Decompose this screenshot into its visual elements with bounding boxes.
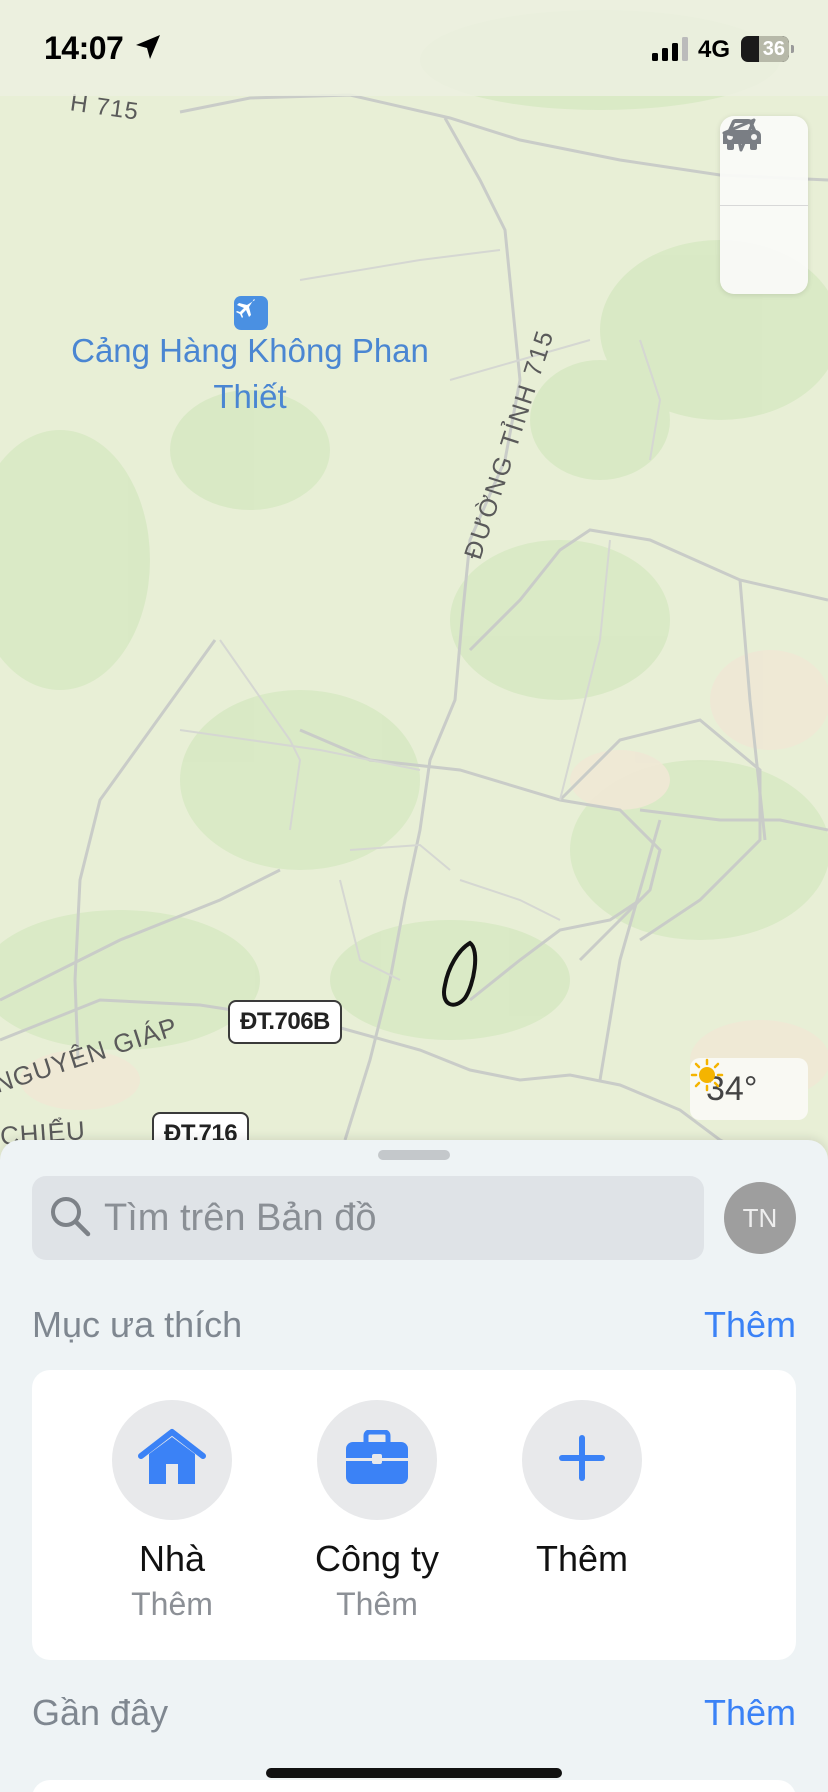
bottom-sheet[interactable]: Tìm trên Bản đồ TN Mục ưa thích Thêm Nhà… — [0, 1140, 828, 1792]
battery-icon: 36 — [741, 36, 789, 62]
status-time: 14:07 — [44, 30, 124, 66]
network-type: 4G — [698, 36, 731, 63]
plus-icon — [559, 1434, 605, 1486]
briefcase-icon — [344, 1429, 410, 1491]
house-icon — [137, 1428, 207, 1493]
account-avatar[interactable]: TN — [724, 1182, 796, 1254]
route-shield-dt706b: ĐT.706B — [228, 1000, 342, 1044]
favorite-subtitle: Thêm — [336, 1586, 418, 1622]
favorites-card: Nhà Thêm Công ty Thêm Thêm — [32, 1370, 796, 1660]
favorite-title: Công ty — [314, 1538, 440, 1579]
airport-label[interactable]: Cảng Hàng Không Phan Thiết — [70, 328, 430, 420]
favorite-work[interactable]: Công ty Thêm — [287, 1400, 467, 1623]
map-view[interactable]: Cảng Hàng Không Phan Thiết H 715 ĐƯỜNG T… — [0, 0, 828, 1160]
locate-me-button[interactable] — [720, 118, 808, 295]
map-canvas — [0, 10, 828, 1160]
weather-badge[interactable]: 34° — [690, 1058, 808, 1120]
map-controls — [720, 116, 808, 294]
search-placeholder: Tìm trên Bản đồ — [104, 1196, 377, 1239]
favorite-subtitle: Thêm — [131, 1586, 213, 1622]
sheet-grabber[interactable] — [378, 1150, 450, 1160]
favorite-add[interactable]: Thêm — [492, 1400, 672, 1580]
favorite-home[interactable]: Nhà Thêm — [82, 1400, 262, 1623]
home-indicator[interactable] — [266, 1768, 562, 1778]
recents-title: Gần đây — [32, 1692, 169, 1733]
airport-icon[interactable] — [234, 296, 268, 330]
location-services-icon — [134, 33, 162, 66]
favorites-title: Mục ưa thích — [32, 1304, 243, 1345]
search-icon — [48, 1194, 92, 1243]
status-bar: 14:07 4G 36 — [0, 0, 828, 96]
favorites-more-link[interactable]: Thêm — [704, 1304, 796, 1346]
recents-more-link[interactable]: Thêm — [704, 1692, 796, 1734]
favorite-title: Nhà — [138, 1538, 206, 1579]
favorite-title: Thêm — [535, 1538, 629, 1579]
recents-card — [32, 1780, 796, 1792]
battery-level: 36 — [762, 38, 785, 60]
cellular-signal-icon — [652, 37, 690, 66]
search-field[interactable]: Tìm trên Bản đồ — [32, 1176, 704, 1260]
